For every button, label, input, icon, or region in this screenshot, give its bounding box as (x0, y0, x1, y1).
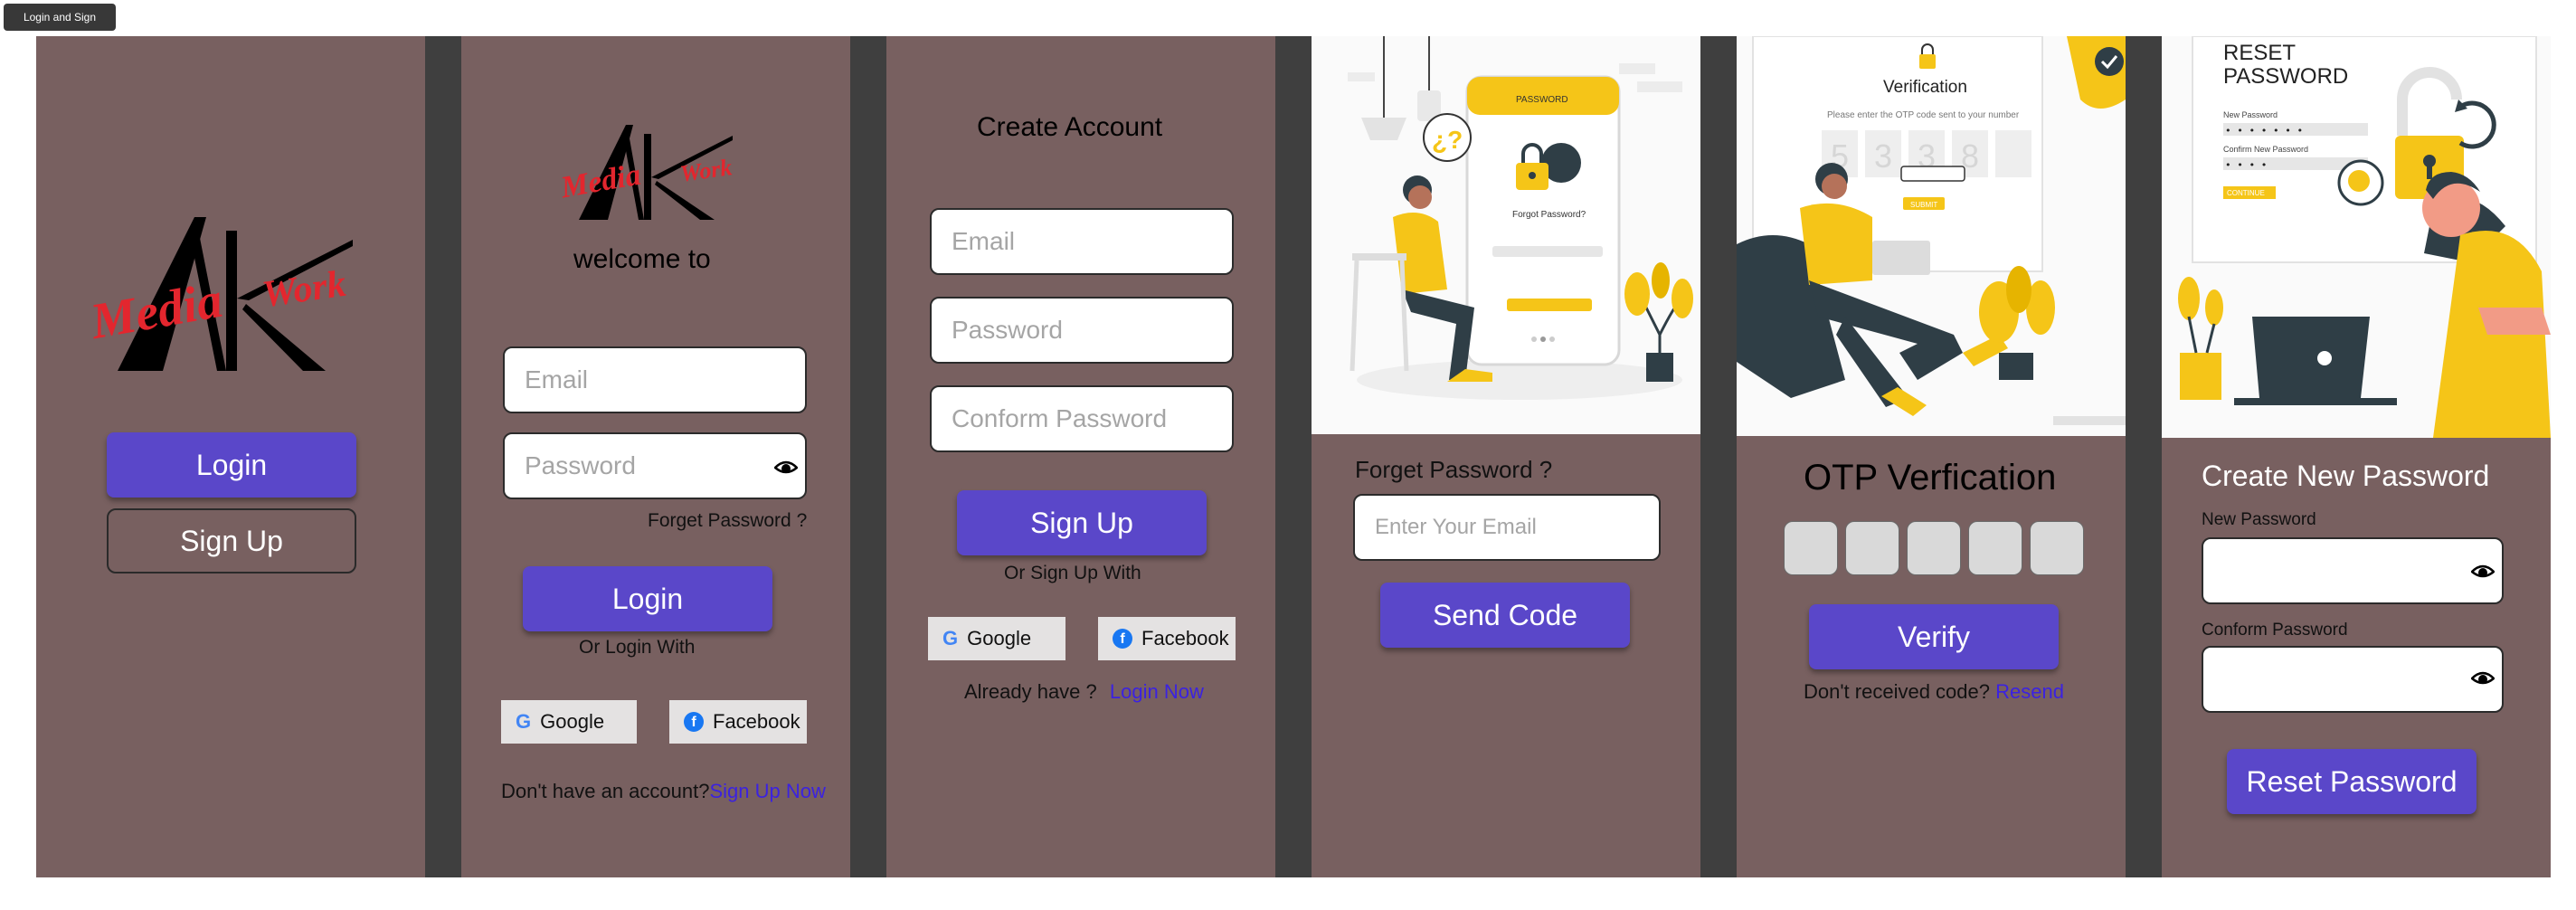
facebook-icon: f (684, 712, 704, 732)
eye-icon[interactable] (2471, 563, 2495, 581)
resend-link[interactable]: Resend (1995, 680, 2064, 703)
reset-password-illustration: RESET PASSWORD New Password • • • • • • … (2162, 36, 2551, 438)
password-field[interactable]: Password (930, 297, 1234, 364)
or-signup-with-text: Or Sign Up With (1004, 563, 1141, 583)
otp-digit-input[interactable] (1968, 521, 2022, 575)
signup-now-link[interactable]: Sign Up Now (709, 780, 825, 802)
illustration-new-label: New Password (2223, 110, 2278, 119)
resend-prompt: Don't received code? Resend (1804, 680, 2064, 704)
confirm-password-field[interactable] (2202, 646, 2504, 713)
welcome-text: welcome to (573, 244, 711, 274)
google-button[interactable]: G Google (501, 700, 637, 744)
facebook-label: Facebook (713, 710, 800, 733)
illustration-subtitle: Please enter the OTP code sent to your n… (1827, 110, 2020, 120)
illustration-submit: SUBMIT (1910, 201, 1937, 209)
facebook-icon: f (1113, 629, 1132, 649)
confirm-password-label: Conform Password (2202, 621, 2348, 640)
reset-password-button[interactable]: Reset Password (2227, 749, 2477, 814)
email-field[interactable]: Email (503, 346, 807, 413)
logo: Media Work (87, 190, 380, 407)
illustration-confirm-label: Confirm New Password (2223, 145, 2308, 154)
login-button[interactable]: Login (523, 566, 772, 631)
page-title: OTP Verfication (1804, 458, 2057, 498)
illustration-continue: CONTINUE (2227, 189, 2265, 197)
new-password-field[interactable] (2202, 537, 2504, 604)
google-icon: G (516, 710, 532, 733)
svg-text:• • • • • • •: • • • • • • • (2225, 125, 2303, 137)
screen-create-account: Create Account Email Password Conform Pa… (886, 36, 1275, 877)
illustration-caption: Forgot Password? (1512, 210, 1586, 220)
eye-icon[interactable] (2471, 669, 2495, 687)
illustration-header: PASSWORD (1516, 95, 1568, 105)
eye-icon[interactable] (774, 459, 798, 477)
otp-digit-input[interactable] (1907, 521, 1961, 575)
svg-text:• • • •: • • • • (2225, 159, 2267, 171)
otp-digit-input[interactable] (2030, 521, 2084, 575)
verify-button[interactable]: Verify (1809, 604, 2059, 669)
screen-login: Media Work welcome to Email Password For… (461, 36, 850, 877)
facebook-button[interactable]: f Facebook (669, 700, 807, 744)
facebook-button[interactable]: f Facebook (1098, 617, 1236, 660)
screen-start: Media Work Login Sign Up (36, 36, 425, 877)
forget-password-link[interactable]: Forget Password ? (648, 510, 807, 532)
password-field[interactable]: Password (503, 432, 807, 499)
verification-illustration: Verification Please enter the OTP code s… (1737, 36, 2126, 436)
not-received-text: Don't received code? (1804, 680, 1990, 703)
facebook-label: Facebook (1141, 627, 1229, 649)
forgot-password-illustration: PASSWORD Forgot Password? ¿? (1312, 36, 1700, 434)
confirm-password-field[interactable]: Conform Password (930, 385, 1234, 452)
screen-otp-verification: Verification Please enter the OTP code s… (1737, 36, 2126, 877)
email-field[interactable]: Email (930, 208, 1234, 275)
signup-button[interactable]: Sign Up (957, 490, 1207, 555)
login-button[interactable]: Login (107, 432, 356, 498)
google-button[interactable]: G Google (928, 617, 1065, 660)
screen-forget-password: PASSWORD Forgot Password? ¿? Forget Pass… (1312, 36, 1700, 877)
google-icon: G (942, 627, 959, 649)
no-account-text: Don't have an account? (501, 780, 710, 802)
frame-label: Login and Sign (4, 4, 116, 31)
page-title: Create Account (977, 112, 1163, 142)
send-code-button[interactable]: Send Code (1380, 583, 1630, 648)
google-label: Google (540, 710, 605, 733)
page-title: Forget Password ? (1355, 456, 1553, 483)
signup-button[interactable]: Sign Up (107, 508, 356, 573)
illustration-digit: 3 (1874, 137, 1892, 175)
login-now-link[interactable]: Login Now (1110, 680, 1204, 703)
illustration-question: ¿? (1432, 126, 1463, 154)
google-label: Google (967, 627, 1032, 649)
otp-digit-input[interactable] (1784, 521, 1838, 575)
page-title: Create New Password (2202, 460, 2490, 492)
or-login-with-text: Or Login With (579, 637, 696, 658)
logo: Media Work (558, 116, 760, 233)
login-prompt: Already have ? Login Now (964, 680, 1204, 704)
new-password-label: New Password (2202, 510, 2316, 529)
otp-digit-input[interactable] (1845, 521, 1899, 575)
illustration-title: RESET (2223, 41, 2296, 65)
already-text: Already have ? (964, 680, 1097, 703)
signup-prompt: Don't have an account?Sign Up Now (501, 780, 826, 803)
illustration-title: Verification (1883, 78, 1967, 97)
illustration-title: PASSWORD (2223, 64, 2348, 89)
screen-reset-password: RESET PASSWORD New Password • • • • • • … (2162, 36, 2551, 877)
email-field[interactable]: Enter Your Email (1353, 494, 1661, 561)
